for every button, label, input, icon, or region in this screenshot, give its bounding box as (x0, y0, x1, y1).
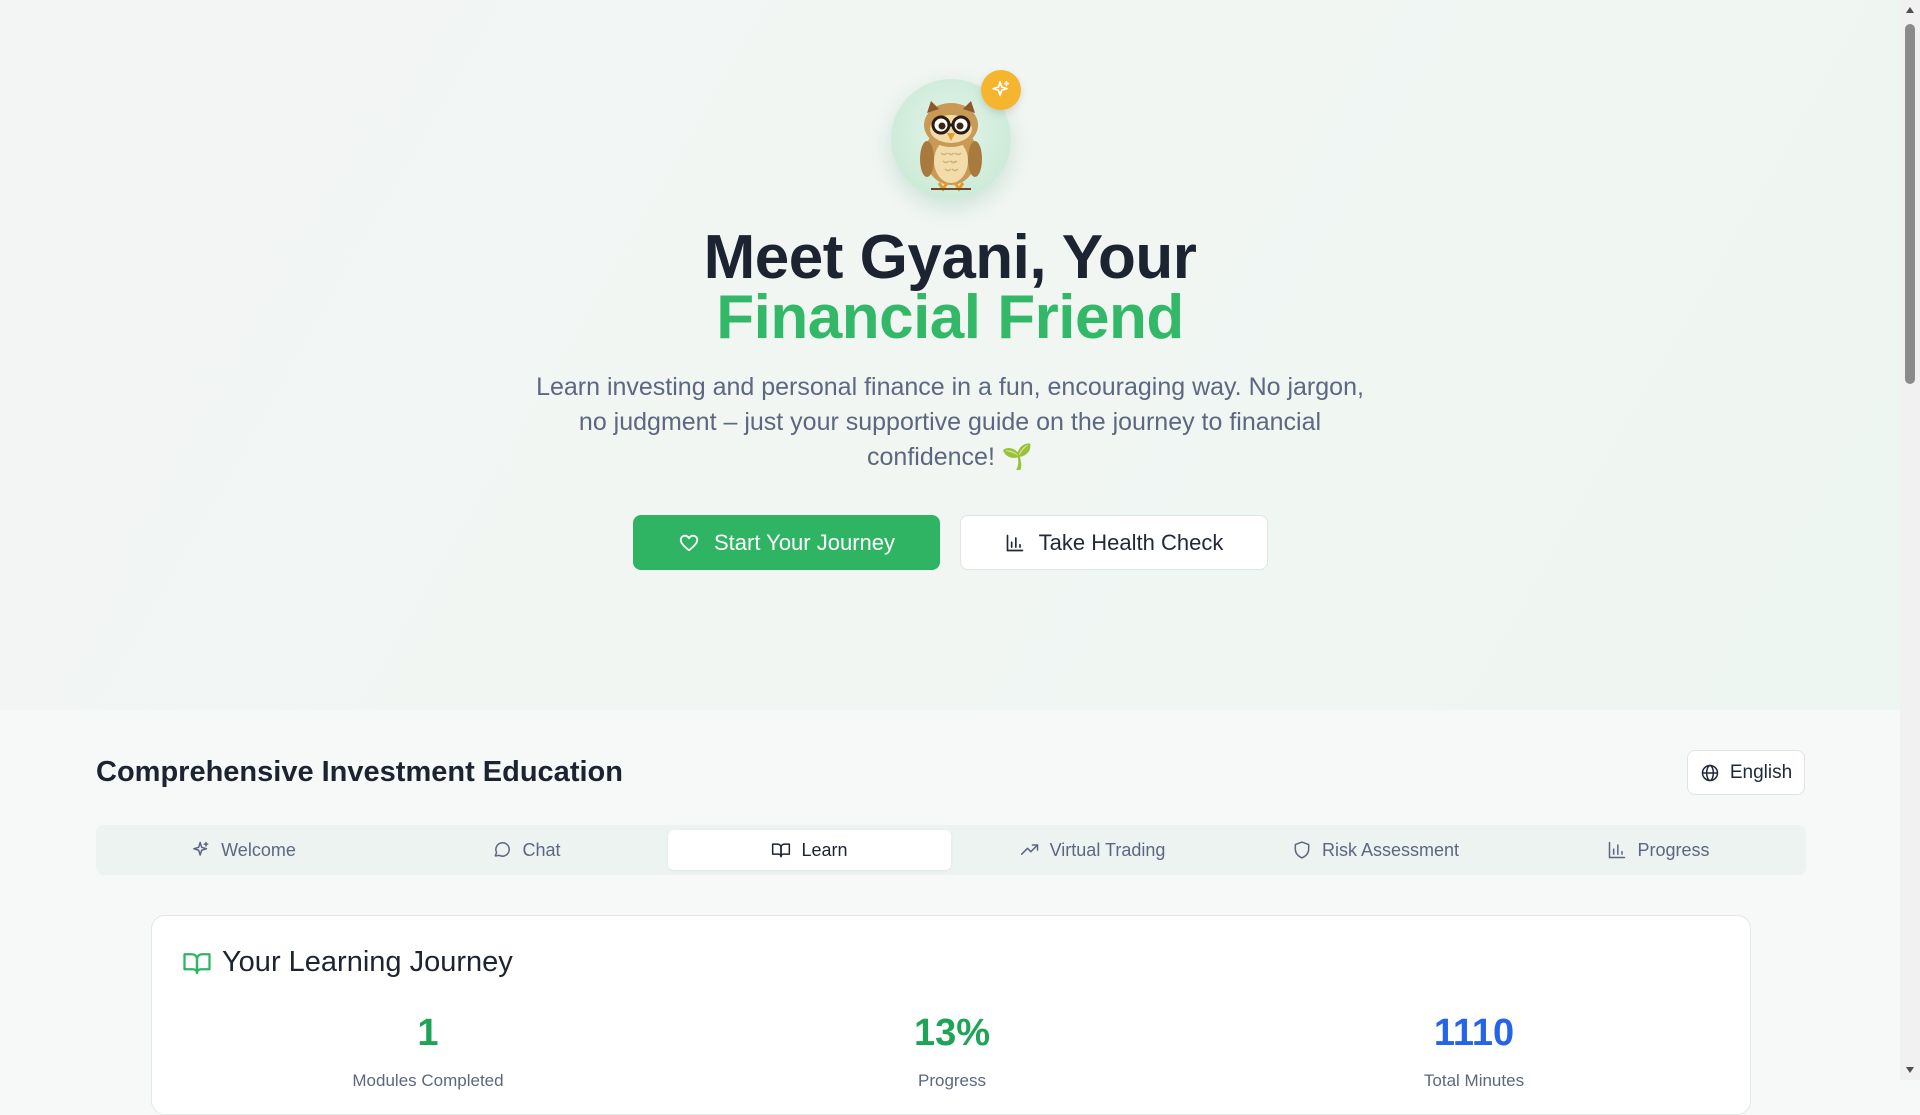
page-scrollbar[interactable] (1900, 0, 1920, 1080)
trending-up-icon (1020, 844, 1038, 855)
tab-bar: Welcome Chat Learn Virtual Trading Risk … (96, 825, 1806, 875)
start-journey-button[interactable]: Start Your Journey (633, 515, 940, 570)
section-title: Comprehensive Investment Education (96, 756, 623, 788)
tab-label: Virtual Trading (1049, 839, 1166, 860)
stat-value: 13% (913, 1012, 991, 1054)
stat-value: 1110 (1433, 1012, 1515, 1054)
health-check-button[interactable]: Take Health Check (960, 515, 1268, 570)
tab-label: Welcome (221, 839, 296, 860)
book-icon (772, 843, 791, 858)
tab-label: Learn (801, 839, 848, 860)
bar-chart-icon (1006, 534, 1024, 551)
hero-subtitle: Learn investing and personal finance in … (536, 373, 1364, 471)
scroll-up-arrow[interactable] (1904, 4, 1916, 16)
tab-label: Risk Assessment (1321, 839, 1460, 860)
stat-modules: 1 Modules Completed (278, 1011, 578, 1091)
tab-label: Progress (1637, 839, 1710, 860)
message-icon (495, 842, 511, 857)
stat-label: Progress (917, 1071, 987, 1090)
sparkle-badge (981, 70, 1021, 110)
stat-value: 1 (417, 1012, 439, 1054)
scroll-down-arrow[interactable] (1904, 1064, 1916, 1076)
hero-title-line1: Meet Gyani, Your (703, 223, 1197, 292)
language-label: English (1729, 761, 1793, 783)
language-selector[interactable]: English (1687, 750, 1805, 795)
stat-minutes: 1110 Total Minutes (1324, 1011, 1624, 1091)
sparkle-icon (992, 80, 1010, 97)
tab-chat[interactable]: Chat (385, 830, 668, 870)
hero-title-accent: Financial Friend (716, 283, 1184, 352)
sparkle-icon (193, 841, 209, 856)
tab-progress[interactable]: Progress (1517, 830, 1800, 870)
hero-section: Meet Gyani, Your Financial Friend Learn … (0, 0, 1900, 710)
tab-label: Chat (522, 839, 561, 860)
hero-title: Meet Gyani, Your Financial Friend (0, 227, 1900, 352)
card-header: Your Learning Journey (182, 946, 513, 979)
page: Meet Gyani, Your Financial Friend Learn … (0, 0, 1900, 1115)
learning-journey-card: Your Learning Journey 1 Modules Complete… (151, 915, 1751, 1115)
bar-chart-icon (1609, 841, 1626, 859)
start-journey-label: Start Your Journey (713, 529, 895, 555)
heart-icon (679, 534, 699, 551)
tab-risk-assessment[interactable]: Risk Assessment (1234, 830, 1517, 870)
health-check-label: Take Health Check (1038, 529, 1224, 555)
stat-progress: 13% Progress (802, 1011, 1102, 1091)
card-title: Your Learning Journey (222, 946, 513, 978)
tab-learn[interactable]: Learn (668, 830, 951, 870)
book-icon (183, 952, 211, 974)
stat-label: Total Minutes (1423, 1071, 1525, 1090)
tab-welcome[interactable]: Welcome (102, 830, 385, 870)
stat-label: Modules Completed (352, 1071, 504, 1090)
globe-icon (1701, 764, 1719, 781)
scroll-thumb[interactable] (1905, 24, 1915, 384)
shield-icon (1294, 841, 1310, 859)
tab-virtual-trading[interactable]: Virtual Trading (951, 830, 1234, 870)
